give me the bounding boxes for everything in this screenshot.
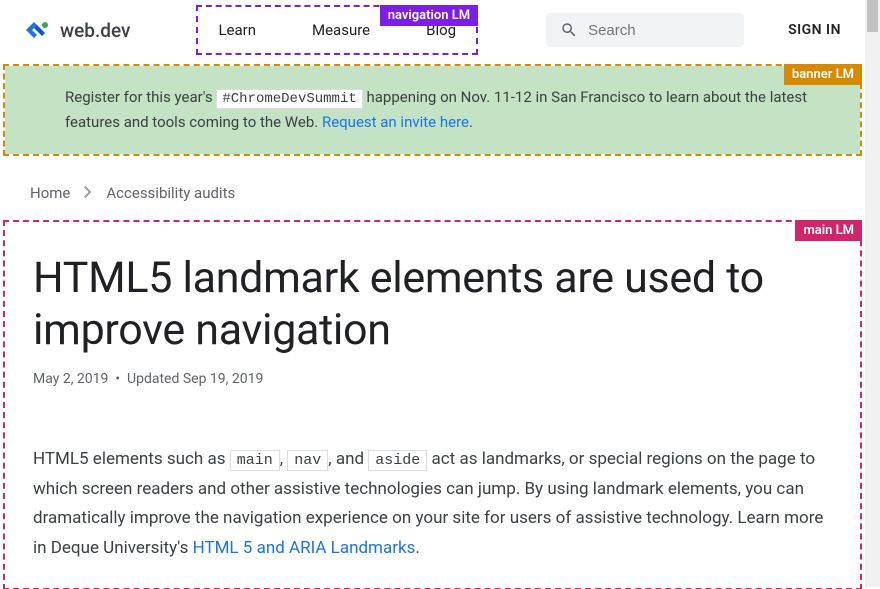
- site-name: web.dev: [60, 19, 130, 42]
- banner-text: Register for this year's: [65, 88, 216, 106]
- search-icon: [560, 21, 578, 39]
- chevron-right-icon: [84, 184, 92, 202]
- banner-text: .: [469, 113, 473, 131]
- breadcrumb: Home Accessibility audits: [0, 156, 865, 220]
- landmark-tag-banner: banner LM: [784, 64, 862, 85]
- site-logo[interactable]: web.dev: [24, 19, 130, 42]
- breadcrumb-home[interactable]: Home: [30, 184, 70, 202]
- banner-hashtag: #ChromeDevSummit: [216, 89, 362, 109]
- top-bar: web.dev Learn Measure Blog navigation LM…: [0, 0, 865, 60]
- search-box[interactable]: [546, 13, 744, 47]
- date-updated: Updated Sep 19, 2019: [127, 371, 263, 387]
- nav-learn[interactable]: Learn: [218, 21, 256, 39]
- code-main: main: [230, 450, 280, 471]
- primary-nav: Learn Measure Blog navigation LM: [196, 5, 478, 55]
- signin-button[interactable]: SIGN IN: [788, 22, 841, 38]
- scrollbar-thumb[interactable]: [867, 0, 878, 32]
- announcement-banner: Register for this year's #ChromeDevSummi…: [5, 66, 860, 154]
- search-input[interactable]: [588, 22, 730, 39]
- logo-icon: [24, 20, 52, 40]
- banner-landmark: banner LM Register for this year's #Chro…: [3, 64, 862, 156]
- page-title: HTML5 landmark elements are used to impr…: [33, 252, 832, 357]
- code-aside: aside: [368, 450, 427, 471]
- article-body: HTML5 elements such as main, nav, and as…: [33, 445, 832, 564]
- code-nav: nav: [287, 450, 328, 471]
- landmark-tag-navigation: navigation LM: [380, 5, 478, 26]
- date-published: May 2, 2019: [33, 371, 108, 387]
- body-link[interactable]: HTML 5 and ARIA Landmarks: [193, 538, 416, 558]
- banner-link[interactable]: Request an invite here: [322, 113, 469, 131]
- nav-measure[interactable]: Measure: [312, 21, 370, 39]
- main-landmark: main LM HTML5 landmark elements are used…: [3, 220, 862, 589]
- breadcrumb-current: Accessibility audits: [106, 184, 235, 202]
- landmark-tag-main: main LM: [795, 220, 862, 241]
- scrollbar[interactable]: [865, 0, 880, 587]
- article-dates: May 2, 2019 • Updated Sep 19, 2019: [33, 371, 832, 387]
